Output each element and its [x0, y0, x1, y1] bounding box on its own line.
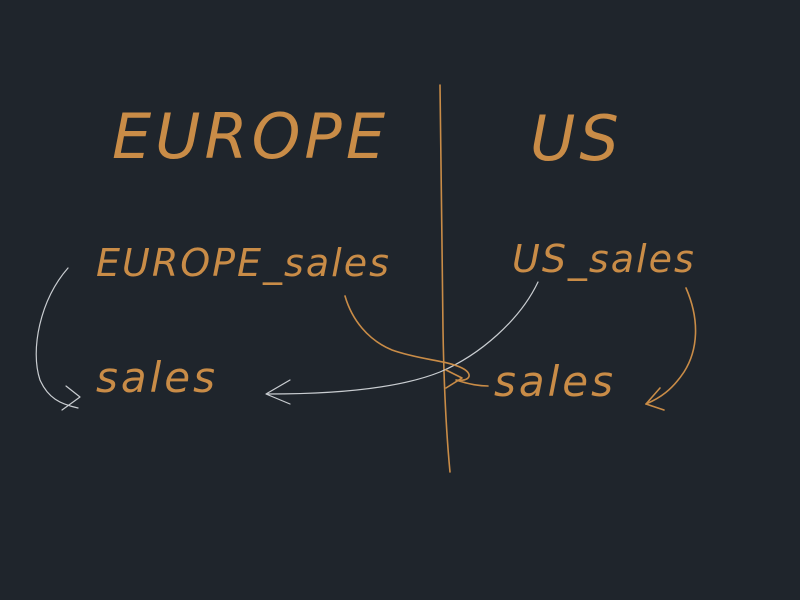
europe-sales-label: EUROPE_sales	[96, 241, 391, 285]
us-sales-label: US_sales	[512, 237, 696, 281]
europe-target-sales-label: sales	[96, 353, 218, 402]
us-target-sales-label: sales	[494, 357, 616, 406]
us-to-us-arrow	[645, 287, 697, 405]
whiteboard-canvas: EUROPE US EUROPE_sales US_sales sales sa…	[0, 0, 800, 600]
europe-title: EUROPE	[112, 100, 389, 173]
divider-line	[439, 84, 451, 473]
us-to-europe-arrowhead-icon	[265, 379, 291, 405]
europe-to-us-arrowhead-icon	[445, 369, 463, 389]
europe-to-us-arrow	[344, 295, 489, 387]
europe-to-europe-arrow	[35, 267, 79, 409]
diagram-svg: EUROPE US EUROPE_sales US_sales sales sa…	[35, 84, 697, 473]
us-title: US	[530, 102, 623, 175]
